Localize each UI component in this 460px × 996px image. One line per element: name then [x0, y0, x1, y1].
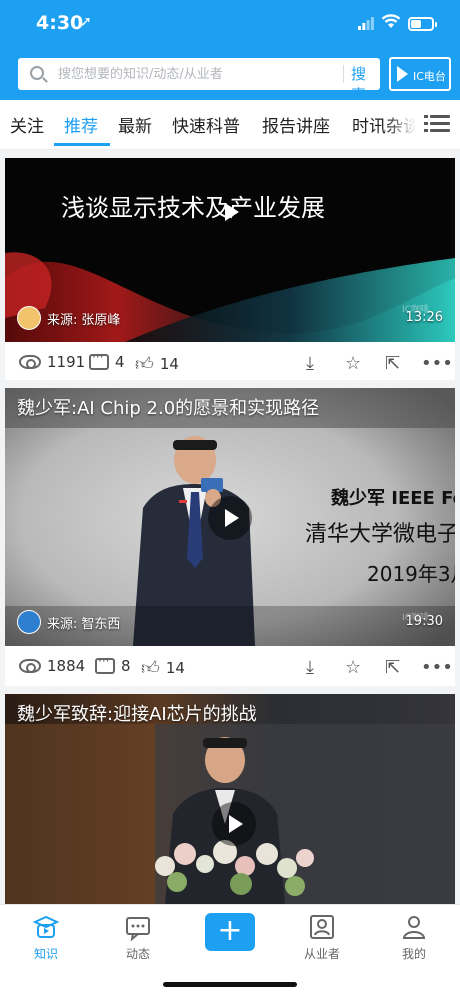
card-actions: 1884 8 👍︎ 14 ⤓ ☆ ⇱ •••	[5, 646, 455, 688]
play-button[interactable]	[212, 802, 256, 846]
status-time: 4:30	[36, 12, 84, 34]
thumbs-up-icon: 👍︎	[141, 658, 160, 679]
search-bar[interactable]: 搜索	[18, 58, 380, 104]
search-button[interactable]: 搜索	[351, 63, 380, 105]
knowledge-icon	[32, 915, 60, 938]
video-source[interactable]: 来源: 智东西	[17, 610, 120, 634]
tab-quick-science[interactable]: 快速科普	[172, 112, 240, 137]
slide-line: 魏少军 IEEE Fellow	[331, 488, 455, 509]
ic-radio-label: IC电台	[413, 70, 446, 83]
tab-recommended[interactable]: 推荐	[64, 112, 98, 137]
views-value: 1884	[47, 657, 86, 675]
video-duration: 19:30	[405, 614, 443, 629]
battery-icon	[408, 17, 437, 31]
search-divider	[343, 65, 344, 83]
play-icon	[397, 66, 408, 82]
comment-button[interactable]: 4	[89, 350, 125, 371]
profile-icon	[402, 916, 426, 939]
eye-icon	[19, 659, 41, 673]
search-icon	[30, 66, 44, 80]
active-tab-indicator	[54, 143, 110, 146]
comments-value: 4	[115, 353, 125, 371]
tab-lectures[interactable]: 报告讲座	[262, 112, 330, 137]
video-title: 浅谈显示技术及产业发展	[61, 194, 325, 222]
play-button[interactable]	[208, 190, 248, 230]
nav-practitioners[interactable]: 从业者	[276, 905, 368, 975]
views-count: 1884	[19, 657, 85, 675]
video-thumbnail[interactable]: 魏少军致辞:迎接AI芯片的挑战	[5, 694, 455, 904]
eye-icon	[19, 355, 41, 369]
tabs-menu-button[interactable]	[416, 100, 460, 148]
nav-label: 我的	[401, 947, 426, 961]
video-source[interactable]: 来源: 张原峰	[17, 306, 120, 330]
video-thumbnail[interactable]: 浅谈显示技术及产业发展 IC咖啡 来源: 张原峰 13:26	[5, 158, 455, 342]
views-value: 1191	[47, 353, 86, 371]
video-title: 魏少军致辞:迎接AI芯片的挑战	[17, 704, 257, 725]
add-post-button[interactable]: +	[205, 913, 255, 951]
source-label: 来源:	[47, 616, 78, 632]
feed-icon	[126, 917, 150, 941]
ic-radio-button[interactable]: IC电台	[389, 57, 451, 91]
video-card[interactable]: 魏少军:AI Chip 2.0的愿景和实现路径 魏少军 IEEE Fellow …	[5, 388, 455, 686]
video-title: 魏少军:AI Chip 2.0的愿景和实现路径	[17, 398, 320, 419]
download-icon[interactable]: ⤓	[306, 657, 314, 678]
source-name: 张原峰	[81, 312, 121, 328]
like-button[interactable]: 👍︎ 14	[141, 657, 185, 679]
slide-line: 2019年3月	[367, 562, 455, 586]
star-icon[interactable]: ☆	[345, 657, 361, 678]
nav-label: 从业者	[303, 947, 340, 961]
share-icon[interactable]: ⇱	[385, 353, 400, 374]
video-duration: 13:26	[405, 310, 443, 325]
views-count: 1191	[19, 353, 85, 371]
tab-follow[interactable]: 关注	[10, 112, 44, 137]
star-icon[interactable]: ☆	[345, 353, 361, 374]
more-icon[interactable]: •••	[421, 353, 453, 374]
comments-value: 8	[121, 657, 131, 675]
nav-knowledge[interactable]: 知识	[0, 905, 92, 975]
wifi-icon	[381, 14, 401, 28]
source-name: 智东西	[81, 616, 121, 632]
thumbs-up-icon: 👍︎	[135, 354, 154, 375]
source-label: 来源:	[47, 312, 78, 328]
download-icon[interactable]: ⤓	[306, 353, 314, 374]
search-input[interactable]	[58, 64, 334, 84]
cellular-signal-icon	[358, 17, 374, 30]
comment-icon	[95, 654, 115, 674]
nav-profile[interactable]: 我的	[368, 905, 460, 975]
home-indicator	[163, 982, 297, 987]
more-icon[interactable]: •••	[421, 657, 453, 678]
card-actions: 1191 4 👍︎ 14 ⤓ ☆ ⇱ •••	[5, 342, 455, 384]
practitioner-icon	[310, 915, 334, 939]
likes-value: 14	[165, 659, 185, 677]
app-screen: 4:30 ➚ 搜索 IC电台	[0, 0, 460, 996]
nav-label: 动态	[125, 947, 150, 961]
video-card[interactable]: 浅谈显示技术及产业发展 IC咖啡 来源: 张原峰 13:26 1191 4 👍︎…	[5, 158, 455, 380]
video-thumbnail[interactable]: 魏少军:AI Chip 2.0的愿景和实现路径 魏少军 IEEE Fellow …	[5, 388, 455, 646]
likes-value: 14	[159, 355, 179, 373]
tab-latest[interactable]: 最新	[118, 112, 152, 137]
location-arrow-icon: ➚	[80, 14, 92, 30]
video-card[interactable]: 魏少军致辞:迎接AI芯片的挑战	[5, 694, 455, 904]
play-button[interactable]	[208, 496, 252, 540]
comment-icon	[89, 350, 109, 370]
tab-fade	[386, 100, 416, 148]
avatar	[17, 610, 41, 634]
slide-line: 清华大学微电子与纳	[305, 522, 455, 547]
status-bar: 4:30 ➚	[0, 0, 460, 50]
nav-label: 知识	[33, 947, 58, 961]
nav-feed[interactable]: 动态	[92, 905, 184, 975]
top-header: 4:30 ➚ 搜索 IC电台	[0, 0, 460, 104]
like-button[interactable]: 👍︎ 14	[135, 353, 179, 375]
avatar	[17, 306, 41, 330]
comment-button[interactable]: 8	[95, 654, 131, 675]
share-icon[interactable]: ⇱	[385, 657, 400, 678]
